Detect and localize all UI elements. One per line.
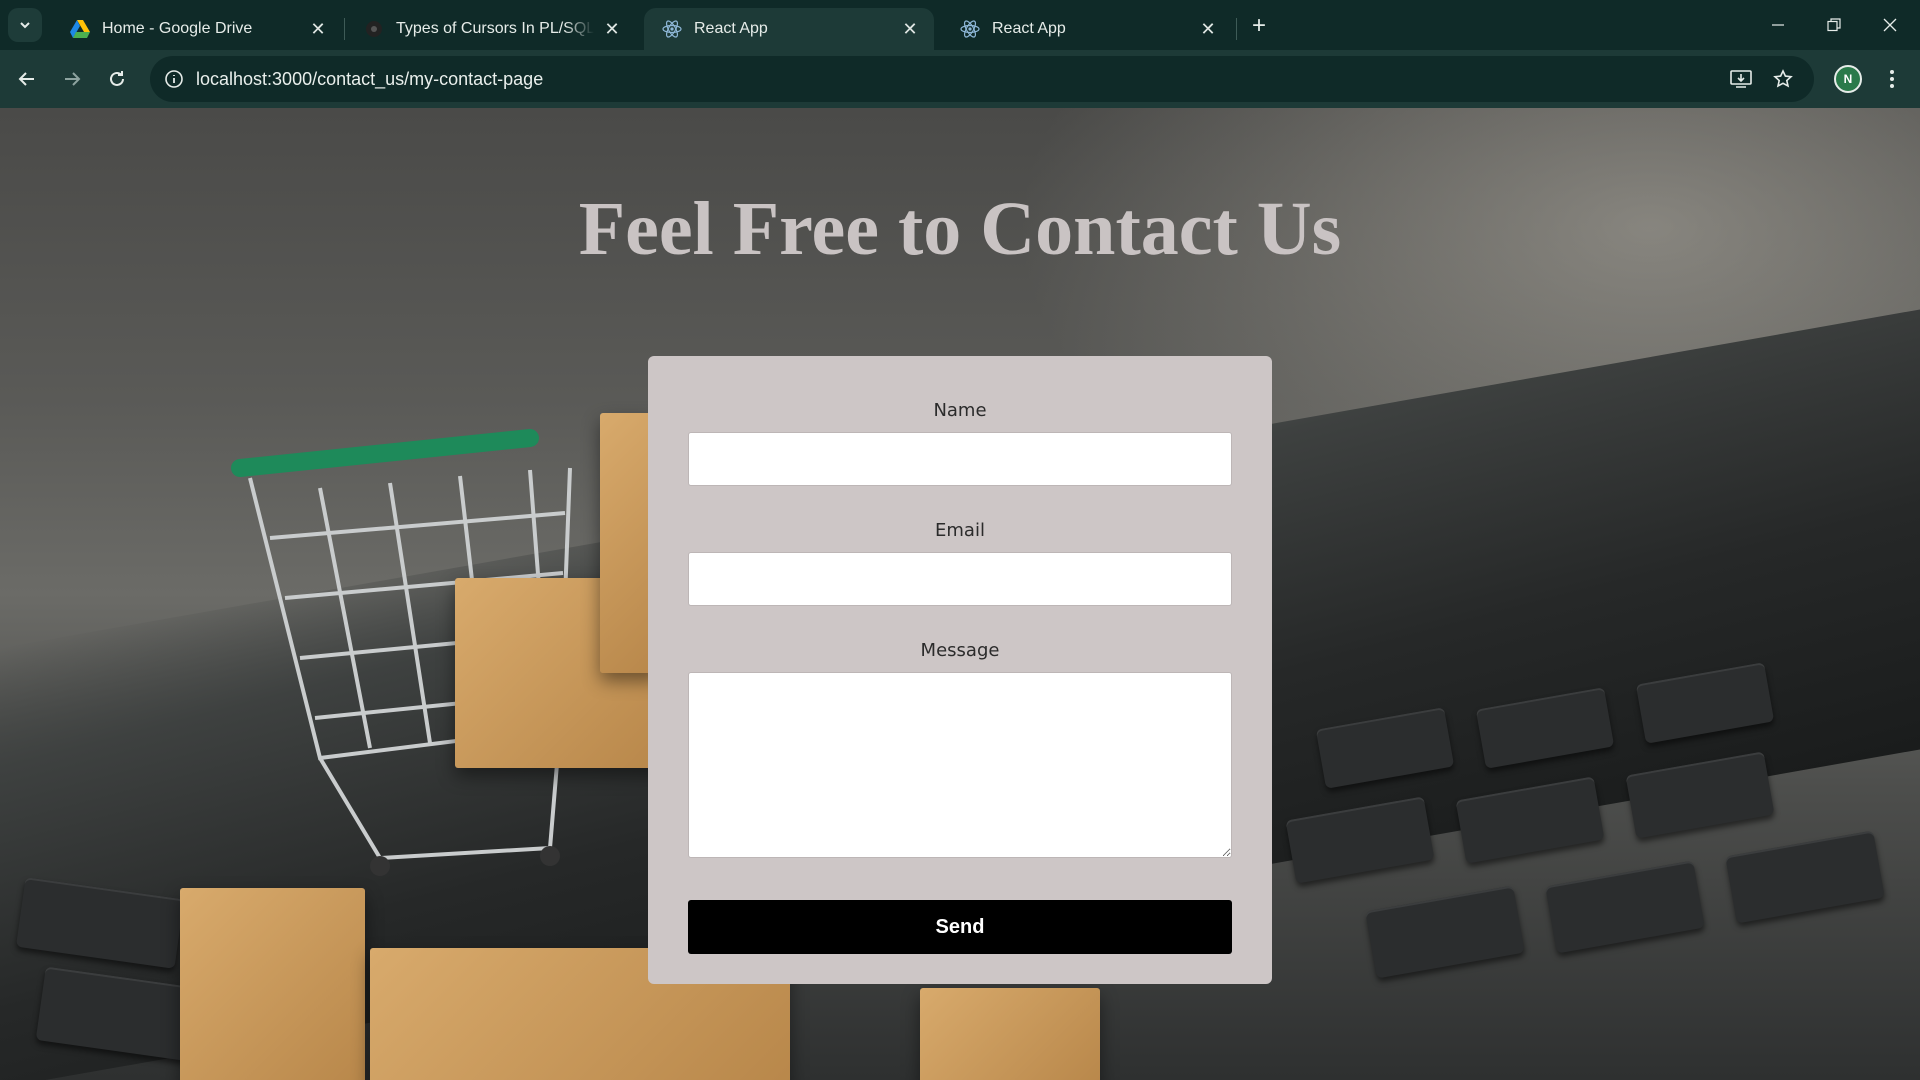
react-icon <box>960 19 980 39</box>
tab-title: Types of Cursors In PL/SQL(Ora <box>396 20 594 37</box>
close-icon <box>1883 18 1897 32</box>
email-label: Email <box>935 520 985 541</box>
reload-button[interactable] <box>100 62 134 96</box>
tab-search-button[interactable] <box>8 8 42 42</box>
chevron-down-icon <box>20 22 30 29</box>
browser-tab-strip: Home - Google Drive ✕ Types of Cursors I… <box>0 0 1920 50</box>
background-key <box>1365 885 1525 979</box>
browser-menu-button[interactable] <box>1878 65 1906 93</box>
message-label: Message <box>920 640 1000 661</box>
back-button[interactable] <box>10 62 44 96</box>
react-icon <box>662 19 682 39</box>
name-input[interactable] <box>688 432 1232 486</box>
tab-react-app[interactable]: React App ✕ <box>942 8 1232 50</box>
tab-separator <box>1236 18 1237 40</box>
tab-title: React App <box>992 20 1066 37</box>
kebab-menu-icon <box>1890 70 1894 88</box>
browser-toolbar: localhost:3000/contact_us/my-contact-pag… <box>0 50 1920 108</box>
profile-avatar[interactable]: N <box>1834 65 1862 93</box>
background-box <box>180 888 365 1080</box>
install-app-icon[interactable] <box>1728 66 1754 92</box>
tab-google-drive[interactable]: Home - Google Drive ✕ <box>52 8 342 50</box>
contact-form: Name Email Message Send <box>648 356 1272 984</box>
forward-button[interactable] <box>55 62 89 96</box>
background-key <box>1545 860 1705 954</box>
site-icon <box>364 19 384 39</box>
background-box <box>920 988 1100 1080</box>
url-text[interactable]: localhost:3000/contact_us/my-contact-pag… <box>196 69 543 90</box>
message-textarea[interactable] <box>688 672 1232 858</box>
minimize-icon <box>1772 24 1784 26</box>
bookmark-star-icon[interactable] <box>1770 66 1796 92</box>
tab-separator <box>344 18 345 40</box>
send-button[interactable]: Send <box>688 900 1232 954</box>
tab-cursors-plsql[interactable]: Types of Cursors In PL/SQL(Ora ✕ <box>346 8 636 50</box>
restore-button[interactable] <box>1806 0 1862 50</box>
avatar-initial: N <box>1843 72 1853 86</box>
tab-title: React App <box>694 20 768 37</box>
tab-react-app-active[interactable]: React App ✕ <box>644 8 934 50</box>
close-tab-icon[interactable]: ✕ <box>602 19 622 39</box>
email-input[interactable] <box>688 552 1232 606</box>
address-bar[interactable]: localhost:3000/contact_us/my-contact-pag… <box>150 56 1814 102</box>
restore-icon <box>1827 18 1841 32</box>
background-key <box>1725 830 1885 924</box>
close-tab-icon[interactable]: ✕ <box>308 19 328 39</box>
reload-icon <box>110 71 124 86</box>
close-window-button[interactable] <box>1862 0 1918 50</box>
google-drive-icon <box>70 19 90 39</box>
arrow-right-icon <box>65 72 81 86</box>
close-tab-icon[interactable]: ✕ <box>1198 19 1218 39</box>
contact-page: Feel Free to Contact Us Name Email Messa… <box>0 108 1920 1080</box>
site-info-icon[interactable] <box>162 67 186 91</box>
page-title: Feel Free to Contact Us <box>578 187 1342 271</box>
plus-icon: + <box>1251 12 1266 39</box>
arrow-left-icon <box>18 72 34 86</box>
minimize-button[interactable] <box>1750 0 1806 50</box>
name-label: Name <box>933 400 987 421</box>
close-tab-icon[interactable]: ✕ <box>900 19 920 39</box>
new-tab-button[interactable]: + <box>1245 12 1273 40</box>
tab-title: Home - Google Drive <box>102 20 253 37</box>
